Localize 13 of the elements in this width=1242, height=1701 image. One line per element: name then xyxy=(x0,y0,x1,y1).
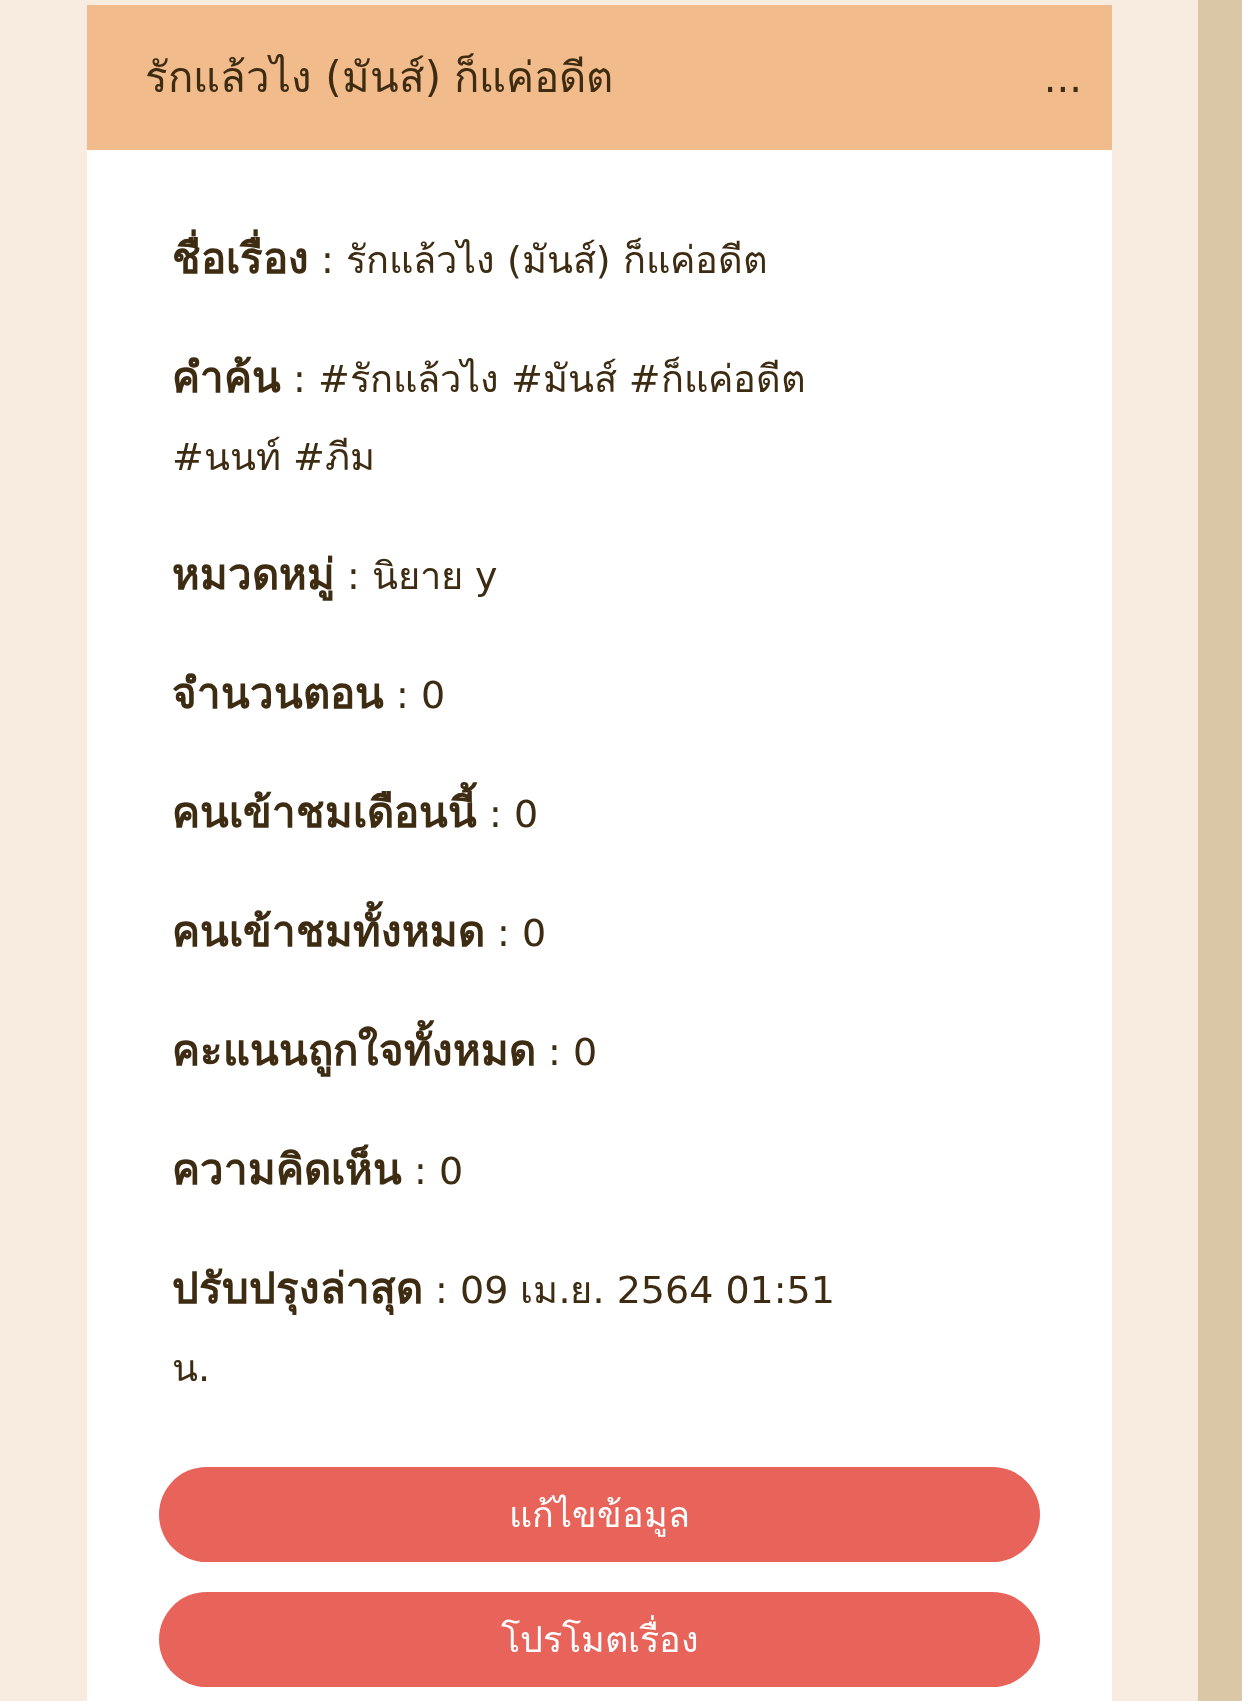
more-menu[interactable]: ... xyxy=(1043,47,1082,108)
promote-button[interactable]: โปรโมตเรื่อง xyxy=(159,1592,1040,1687)
info-line: คนเข้าชมเดือนนี้ : 0 xyxy=(172,774,872,853)
edit-button[interactable]: แก้ไขข้อมูล xyxy=(159,1467,1040,1562)
info-line: ปรับปรุงล่าสุด : 09 เม.ย. 2564 01:51 น. xyxy=(172,1263,836,1392)
info-line: คนเข้าชมทั้งหมด : 0 xyxy=(172,893,872,972)
info-line: หมวดหมู่ : นิยาย y xyxy=(172,549,499,603)
info-line: ชื่อเรื่อง : รักแล้วไง (มันส์) ก็แค่อดีต xyxy=(172,220,872,299)
info-line: คะแนนถูกใจทั้งหมด : 0 xyxy=(172,1012,872,1091)
info-line: คำค้น : #รักแล้วไง #มันส์ #ก็แค่อดีต #นนท์ #ภีม xyxy=(172,352,807,481)
info-line: จำนวนตอน : 0 xyxy=(172,668,447,720)
header-title: รักแล้วไง (มันส์) ก็แค่อดีต xyxy=(145,52,614,104)
info-line: ความคิดเห็น : 0 xyxy=(172,1143,465,1196)
